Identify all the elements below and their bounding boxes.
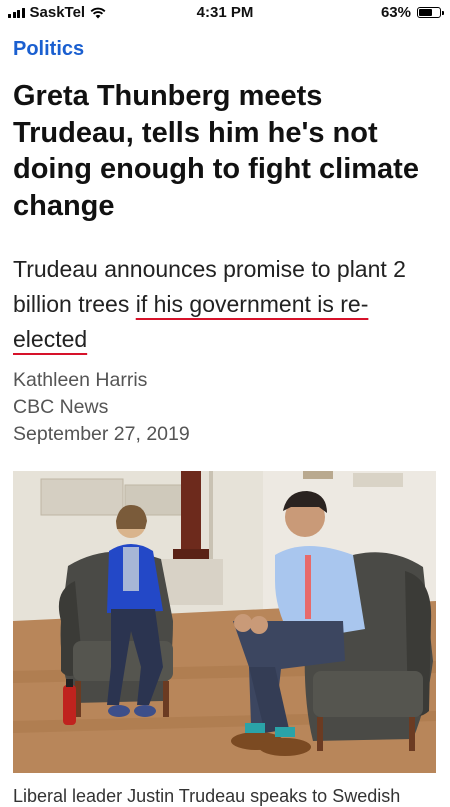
battery-percent: 63% <box>380 4 411 21</box>
article-photo[interactable] <box>13 471 436 773</box>
status-right: 63% <box>380 4 444 21</box>
byline: Kathleen Harris CBC News September 27, 2… <box>13 367 190 448</box>
section-label[interactable]: Politics <box>13 38 84 61</box>
status-bar: SaskTel 4:31 PM 63% <box>0 0 450 26</box>
photo-caption: Liberal leader Justin Trudeau speaks to … <box>13 786 401 806</box>
photo-illustration <box>13 471 436 773</box>
battery-fill <box>419 9 432 16</box>
article-subheadline: Trudeau announces promise to plant 2 bil… <box>13 252 438 357</box>
battery-icon <box>417 7 444 18</box>
outlet-name: CBC News <box>13 396 109 418</box>
author-name[interactable]: Kathleen Harris <box>13 367 190 394</box>
article-headline: Greta Thunberg meets Trudeau, tells him … <box>13 80 419 222</box>
publish-date: September 27, 2019 <box>13 423 190 445</box>
